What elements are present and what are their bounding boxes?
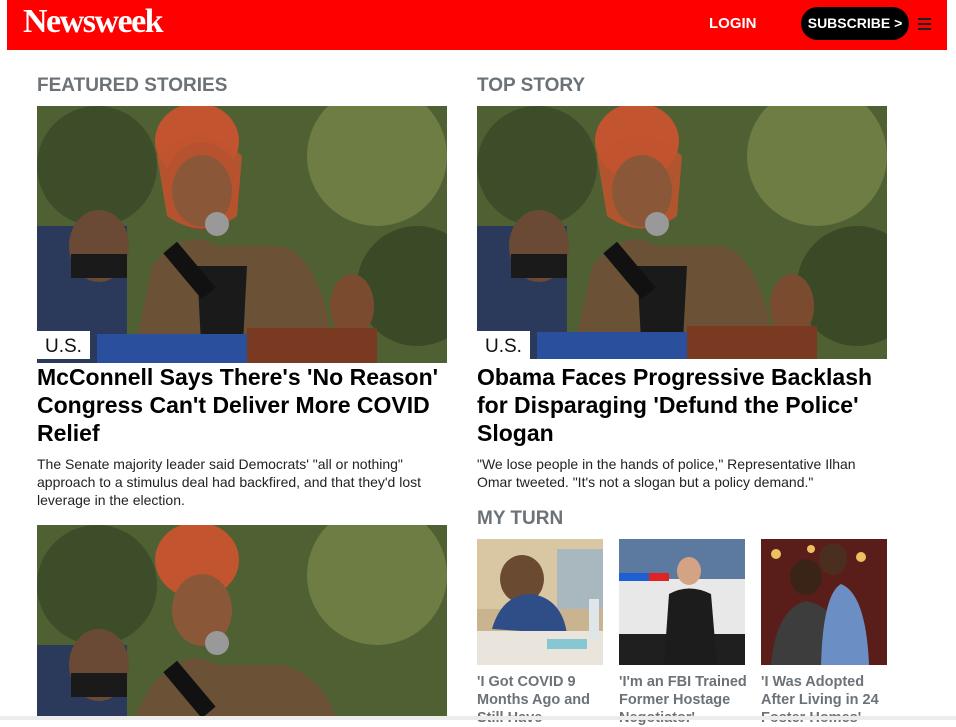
hamburger-menu-icon[interactable] xyxy=(918,18,931,30)
my-turn-thumb-fbi[interactable] xyxy=(619,539,745,665)
featured-stories-heading: FEATURED STORIES xyxy=(37,75,228,96)
my-turn-heading: MY TURN xyxy=(477,508,564,529)
top-story-heading: TOP STORY xyxy=(477,75,586,96)
featured-story-second-image[interactable] xyxy=(37,525,447,720)
featured-story-summary: The Senate majority leader said Democrat… xyxy=(37,456,422,508)
top-story-tag[interactable]: U.S. xyxy=(477,331,530,359)
my-turn-thumb-adopted[interactable] xyxy=(761,539,887,665)
login-link[interactable]: LOGIN xyxy=(709,15,757,33)
header-bar: Newsweek LOGIN SUBSCRIBE > xyxy=(7,0,947,50)
subscribe-button[interactable]: SUBSCRIBE > xyxy=(801,7,909,40)
featured-story-image[interactable] xyxy=(37,106,447,363)
featured-story-tag[interactable]: U.S. xyxy=(37,331,90,359)
top-story-image[interactable] xyxy=(477,106,887,359)
newsweek-logo[interactable]: Newsweek xyxy=(23,2,164,42)
top-story-headline[interactable]: Obama Faces Progressive Backlash for Dis… xyxy=(477,363,887,447)
top-story-summary: "We lose people in the hands of police,"… xyxy=(477,456,856,490)
my-turn-thumb-covid[interactable] xyxy=(477,539,603,665)
featured-story-headline[interactable]: McConnell Says There's 'No Reason' Congr… xyxy=(37,363,447,447)
page-bottom-divider xyxy=(0,716,956,720)
